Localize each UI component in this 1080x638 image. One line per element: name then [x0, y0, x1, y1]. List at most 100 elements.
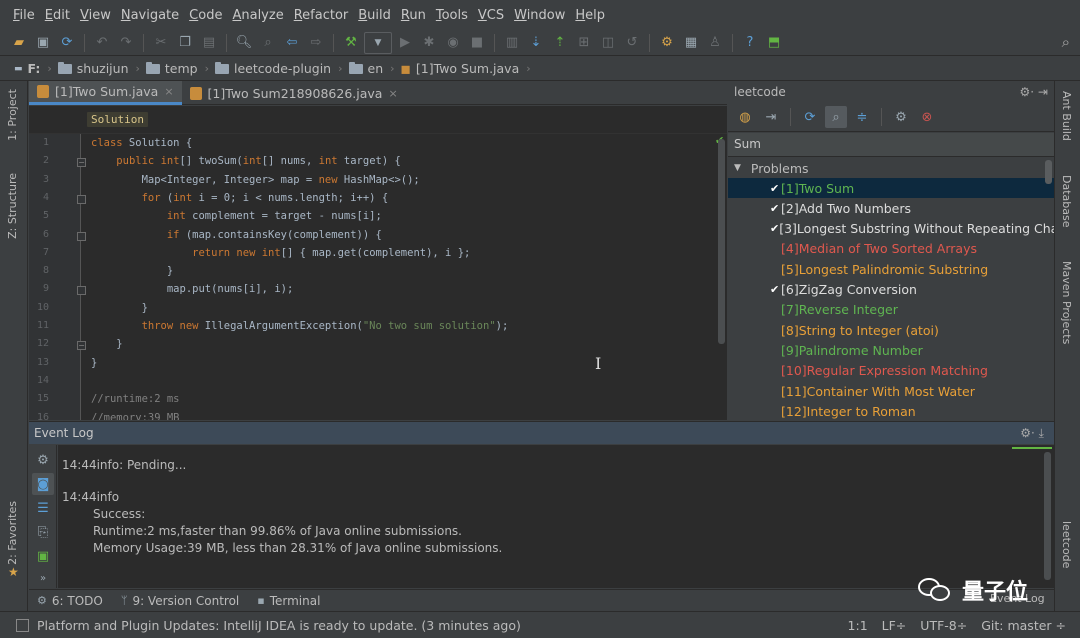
problem-item[interactable]: [7]Reverse Integer — [728, 300, 1054, 320]
project-structure-icon[interactable]: ⚙ — [656, 32, 678, 54]
terminal-tab[interactable]: ▪ Terminal — [257, 594, 320, 608]
undo-icon[interactable]: ↶ — [91, 32, 113, 54]
logout-icon[interactable]: ⇥ — [760, 106, 782, 128]
login-icon[interactable]: ◍ — [734, 106, 756, 128]
caret-position[interactable]: 1:1 — [848, 618, 868, 633]
sdk-icon[interactable]: ♙ — [704, 32, 726, 54]
tree-node-problems[interactable]: ▼ Problems — [728, 158, 1054, 178]
toggle-tool-windows-icon[interactable] — [16, 618, 29, 632]
balloon-icon[interactable]: ◙ — [32, 473, 54, 495]
editor-scrollbar[interactable] — [718, 139, 725, 344]
vcs-update-icon[interactable]: ⇣ — [525, 32, 547, 54]
open-folder-icon[interactable]: ▰ — [8, 32, 30, 54]
problem-search-input[interactable]: Sum — [728, 133, 1054, 157]
vcs-history-icon[interactable]: ◫ — [597, 32, 619, 54]
breadcrumb-item[interactable]: leetcode-plugin › — [215, 61, 348, 76]
breadcrumb-item[interactable]: ◼ [1]Two Sum.java › — [401, 61, 537, 76]
panel-settings-icon[interactable]: ⚙· ⇥ — [1020, 85, 1048, 99]
help-icon[interactable]: ? — [739, 32, 761, 54]
problem-item[interactable]: [4]Median of Two Sorted Arrays — [728, 239, 1054, 259]
problem-item[interactable]: [12]Integer to Roman — [728, 401, 1054, 420]
redo-icon[interactable]: ↷ — [115, 32, 137, 54]
menu-build[interactable]: Build — [353, 8, 396, 23]
problem-item[interactable]: ✔ [6]ZigZag Conversion — [728, 280, 1054, 300]
menu-edit[interactable]: Edit — [40, 8, 75, 23]
run-config-dropdown[interactable]: ▼ — [364, 31, 392, 54]
editor-tab[interactable]: [1]Two Sum218908626.java × — [182, 81, 406, 105]
menu-run[interactable]: Run — [396, 8, 431, 23]
menu-vcs[interactable]: VCS — [473, 8, 509, 23]
vcs-commit-icon[interactable]: ⇡ — [549, 32, 571, 54]
breadcrumb-item[interactable]: en › — [348, 61, 401, 76]
more-icon[interactable]: » — [32, 567, 54, 589]
clear-log-icon[interactable]: ▣ — [32, 545, 54, 567]
event-log-scrollbar[interactable] — [1044, 452, 1051, 580]
debug-icon[interactable]: ✱ — [418, 32, 440, 54]
problem-item[interactable]: ✔ [1]Two Sum — [728, 178, 1054, 198]
find-icon[interactable]: 🔍︎ — [233, 32, 255, 54]
forward-icon[interactable]: ⇨ — [305, 32, 327, 54]
coverage-icon[interactable]: ◉ — [442, 32, 464, 54]
menu-navigate[interactable]: Navigate — [116, 8, 184, 23]
fold-marker-icon[interactable] — [77, 194, 86, 204]
breadcrumb-item[interactable]: temp › — [145, 61, 215, 76]
back-icon[interactable]: ⇦ — [281, 32, 303, 54]
search-everywhere-icon[interactable]: ⌕ — [1062, 33, 1070, 51]
class-breadcrumb[interactable]: Solution — [87, 112, 148, 127]
sync-icon[interactable]: ⟳ — [56, 32, 78, 54]
problem-item[interactable]: [8]String to Integer (atoi) — [728, 320, 1054, 340]
problem-item[interactable]: [10]Regular Expression Matching — [728, 361, 1054, 381]
favorites-tool-tab[interactable]: 2: Favorites — [6, 501, 19, 565]
problem-item[interactable]: ✔ [2]Add Two Numbers — [728, 198, 1054, 218]
file-encoding[interactable]: UTF-8÷ — [920, 618, 967, 633]
status-message[interactable]: Platform and Plugin Updates: IntelliJ ID… — [37, 618, 521, 633]
close-icon[interactable]: × — [164, 85, 173, 98]
event-settings-icon[interactable]: ⚙ — [32, 449, 54, 471]
attach-icon[interactable]: ▥ — [501, 32, 523, 54]
menu-help[interactable]: Help — [570, 8, 610, 23]
build-icon[interactable]: ⚒ — [340, 32, 362, 54]
maven-tool-tab[interactable]: Maven Projects — [1060, 261, 1073, 344]
problem-item[interactable]: [11]Container With Most Water — [728, 381, 1054, 401]
menu-view[interactable]: View — [75, 8, 116, 23]
save-all-icon[interactable]: ▣ — [32, 32, 54, 54]
find-problem-icon[interactable]: ⌕ — [825, 106, 847, 128]
close-icon[interactable]: × — [388, 87, 397, 100]
database-tool-tab[interactable]: Database — [1060, 175, 1073, 228]
breadcrumb-item[interactable]: shuzijun › — [57, 61, 146, 76]
todo-tab[interactable]: ⚙ 6: TODO — [37, 594, 103, 608]
project-tool-tab[interactable]: 1: Project — [6, 89, 19, 141]
code-editor[interactable]: ✔ I 1class Solution {2 public int[] twoS… — [29, 134, 727, 420]
problem-item[interactable]: ✔ [3]Longest Substring Without Repeating … — [728, 219, 1054, 239]
menu-code[interactable]: Code — [184, 8, 227, 23]
menu-refactor[interactable]: Refactor — [289, 8, 354, 23]
menu-window[interactable]: Window — [509, 8, 570, 23]
git-branch[interactable]: Git: master ÷ — [981, 618, 1066, 633]
leetcode-tool-tab[interactable]: leetcode — [1060, 521, 1073, 568]
tree-scrollbar[interactable] — [1045, 160, 1052, 184]
editor-tab[interactable]: [1]Two Sum.java × — [29, 81, 182, 105]
fold-marker-icon[interactable]: − — [77, 158, 86, 168]
paste-icon[interactable]: ▤ — [198, 32, 220, 54]
structure-tool-tab[interactable]: Z: Structure — [6, 173, 19, 239]
plugin-icon[interactable]: ⬒ — [763, 32, 785, 54]
expand-triangle-icon[interactable]: ▼ — [734, 163, 741, 173]
vcs-revert-icon[interactable]: ↺ — [621, 32, 643, 54]
problem-item[interactable]: [9]Palindrome Number — [728, 340, 1054, 360]
cut-icon[interactable]: ✂ — [150, 32, 172, 54]
run-icon[interactable]: ▶ — [394, 32, 416, 54]
clear-cache-icon[interactable]: ⊗ — [916, 106, 938, 128]
problem-item[interactable]: [5]Longest Palindromic Substring — [728, 259, 1054, 279]
menu-analyze[interactable]: Analyze — [227, 8, 288, 23]
menu-file[interactable]: File — [8, 8, 40, 23]
line-separator[interactable]: LF÷ — [882, 618, 907, 633]
version-control-tab[interactable]: ᛘ 9: Version Control — [121, 594, 239, 608]
menu-tools[interactable]: Tools — [431, 8, 473, 23]
settings-icon[interactable]: ▦ — [680, 32, 702, 54]
leetcode-settings-icon[interactable]: ⚙ — [890, 106, 912, 128]
refresh-icon[interactable]: ⟳ — [799, 106, 821, 128]
breadcrumb-item[interactable]: ▬ F: › — [14, 61, 58, 76]
vcs-compare-icon[interactable]: ⊞ — [573, 32, 595, 54]
event-log-settings-icon[interactable]: ⚙· ⤓ — [1020, 426, 1044, 441]
fold-marker-icon[interactable] — [77, 231, 86, 241]
